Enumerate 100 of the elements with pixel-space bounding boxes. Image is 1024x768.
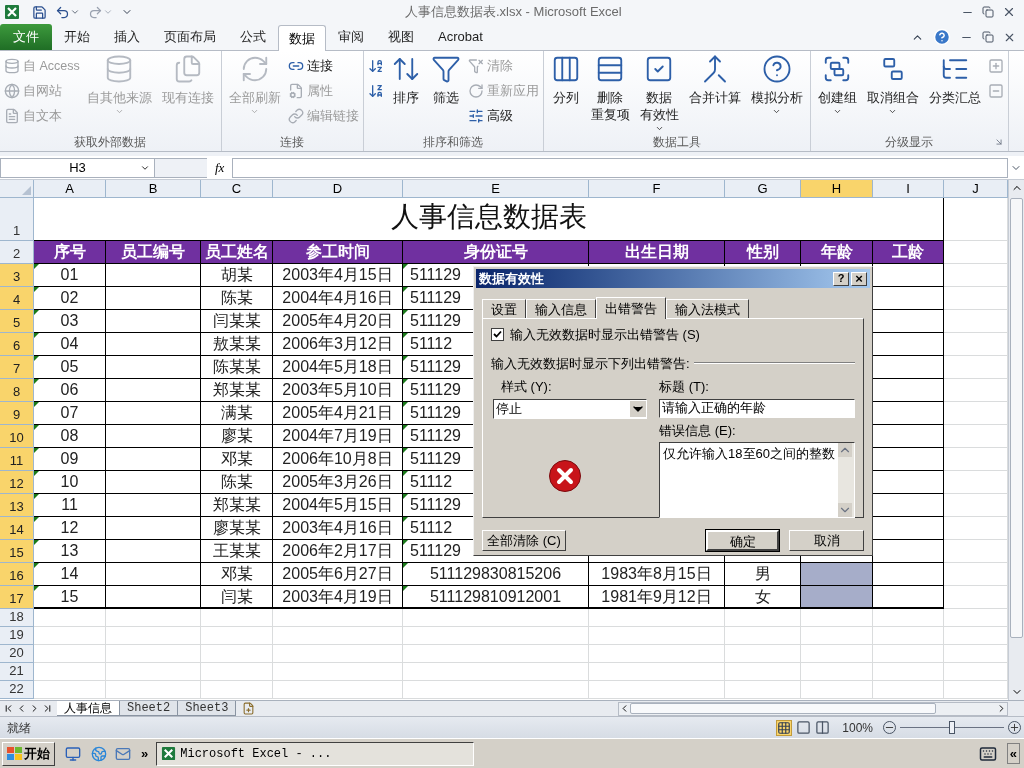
row-header[interactable]: 18 — [0, 609, 34, 627]
column-header[interactable]: H — [801, 180, 873, 198]
row-header[interactable]: 11 — [0, 448, 34, 471]
ribbon-large-button[interactable]: 排序 — [387, 54, 424, 133]
help-button[interactable]: ? — [833, 271, 849, 286]
table-cell-text: 02 — [60, 288, 79, 308]
dialog-tab[interactable]: 输入信息 — [526, 299, 596, 318]
style-select[interactable]: 停止 — [493, 398, 648, 419]
dialog-button[interactable]: 确定 — [706, 530, 779, 551]
column-header[interactable]: I — [873, 180, 944, 198]
ribbon-tab[interactable]: 审阅 — [326, 24, 376, 50]
taskbar-task[interactable]: Microsoft Excel - ... — [156, 741, 475, 766]
row-header[interactable]: 14 — [0, 517, 34, 540]
ribbon-tab[interactable]: 页面布局 — [152, 24, 228, 50]
row-header[interactable]: 21 — [0, 663, 34, 681]
ribbon-large-button[interactable]: 取消组合 — [863, 54, 922, 133]
column-header[interactable]: B — [106, 180, 201, 198]
ribbon-group-label: 获取外部数据 — [74, 134, 147, 151]
message-box[interactable]: 仅允许输入18至60之间的整数 — [659, 442, 855, 518]
close-button[interactable]: × — [851, 271, 867, 286]
ribbon-tab[interactable]: 视图 — [376, 24, 426, 50]
row-header[interactable]: 10 — [0, 425, 34, 448]
function-label[interactable]: fx — [207, 157, 233, 178]
column-title: 出生日期 — [624, 242, 689, 262]
ribbon-group-label: 数据工具 — [652, 134, 701, 151]
ribbon-large-button[interactable]: 删除 重复项 — [587, 54, 633, 133]
ribbon-large-button[interactable]: 数据 有效性 — [636, 54, 682, 133]
table-cell-text: 06 — [60, 380, 79, 400]
column-header[interactable]: A — [34, 180, 106, 198]
ribbon-large-button[interactable]: 创建组 — [814, 54, 860, 133]
collapse-tray-button[interactable]: « — [1006, 742, 1020, 765]
row-header[interactable]: 12 — [0, 471, 34, 494]
table-cell-text: 廖某 — [220, 426, 253, 446]
column-header[interactable]: J — [944, 180, 1008, 198]
row-header[interactable]: 8 — [0, 379, 34, 402]
table-cell-text: 2004年7月19日 — [282, 426, 393, 446]
dialog-tab[interactable]: 设置 — [482, 299, 526, 318]
column-header[interactable]: E — [403, 180, 589, 198]
sheet-tab[interactable]: Sheet2 — [120, 701, 179, 716]
table-cell-text: 14 — [60, 564, 79, 584]
title-input[interactable]: 请输入正确的年龄 — [659, 398, 855, 418]
dialog-tab[interactable]: 出错警告 — [596, 297, 666, 319]
zoom-level[interactable]: 100% — [842, 718, 873, 737]
more-button[interactable]: » — [141, 743, 149, 764]
column-header[interactable]: F — [589, 180, 725, 198]
row-header[interactable]: 5 — [0, 310, 34, 333]
row-header[interactable]: 4 — [0, 287, 34, 310]
row-header[interactable]: 9 — [0, 402, 34, 425]
ribbon-large-button[interactable]: 模拟分析 — [747, 54, 806, 133]
ribbon-button-label: 模拟分析 — [750, 90, 803, 107]
table-cell-text: 2005年6月27日 — [282, 564, 393, 584]
table-cell-text: 15 — [60, 586, 79, 607]
ribbon-large-button[interactable]: 分类汇总 — [925, 54, 984, 133]
row-header[interactable]: 17 — [0, 586, 34, 609]
ribbon-tab[interactable]: 数据 — [278, 25, 326, 51]
ribbon-tab[interactable]: 开始 — [52, 24, 102, 50]
start-button[interactable]: 开始 — [2, 741, 55, 766]
table-cell-text: 女 — [754, 586, 771, 607]
ribbon-tab[interactable]: 插入 — [102, 24, 152, 50]
table-cell-text: 511129 — [410, 265, 461, 285]
column-header[interactable]: C — [201, 180, 273, 198]
ribbon-large-button[interactable]: 分列 — [547, 54, 584, 133]
row-header[interactable]: 3 — [0, 264, 34, 287]
table-cell-text: 闫某 — [220, 586, 253, 607]
ribbon-tab[interactable]: 文件 — [0, 24, 52, 50]
table-cell-text: 09 — [60, 449, 79, 469]
table-cell-text: 51112 — [410, 518, 453, 538]
row-header[interactable]: 1 — [0, 198, 34, 241]
sheet-tab[interactable]: 人事信息 — [57, 701, 120, 716]
row-header[interactable]: 20 — [0, 645, 34, 663]
table-cell-text: 敖某某 — [212, 334, 261, 354]
column-header[interactable]: G — [725, 180, 801, 198]
table-cell-text: 13 — [60, 541, 79, 561]
row-header[interactable]: 22 — [0, 681, 34, 699]
dialog-button[interactable]: 全部清除 (C) — [482, 530, 566, 551]
row-header[interactable]: 7 — [0, 356, 34, 379]
row-header[interactable]: 16 — [0, 563, 34, 586]
row-header[interactable]: 2 — [0, 241, 34, 264]
checkbox-label[interactable]: 输入无效数据时显示出错警告 (S) — [510, 325, 700, 345]
name-box[interactable]: H3 — [0, 157, 155, 178]
ribbon-button[interactable]: 高级 — [467, 105, 539, 127]
dialog-tab[interactable]: 输入法模式 — [666, 299, 749, 318]
row-header[interactable]: 6 — [0, 333, 34, 356]
row-header[interactable]: 13 — [0, 494, 34, 517]
ribbon-tab[interactable]: 公式 — [228, 24, 278, 50]
ribbon-tab[interactable]: Acrobat — [426, 24, 495, 50]
column-title: 性别 — [746, 242, 779, 262]
table-cell-text: 王某某 — [212, 541, 261, 561]
row-header[interactable]: 19 — [0, 627, 34, 645]
ribbon-large-button[interactable]: 筛选 — [427, 54, 464, 133]
row-header[interactable]: 15 — [0, 540, 34, 563]
dialog-title: 数据有效性 — [479, 269, 544, 288]
sheet-tab[interactable]: Sheet3 — [178, 701, 237, 716]
ribbon-button-label: 取消组合 — [866, 90, 919, 107]
dialog-button[interactable]: 取消 — [789, 530, 864, 551]
ribbon-large-button[interactable]: 合并计算 — [685, 54, 744, 133]
ribbon-group-label: 连接 — [280, 134, 305, 151]
ribbon-button[interactable]: 连接 — [287, 55, 359, 77]
column-header[interactable]: D — [273, 180, 403, 198]
table-cell-text: 陈某 — [220, 288, 253, 308]
